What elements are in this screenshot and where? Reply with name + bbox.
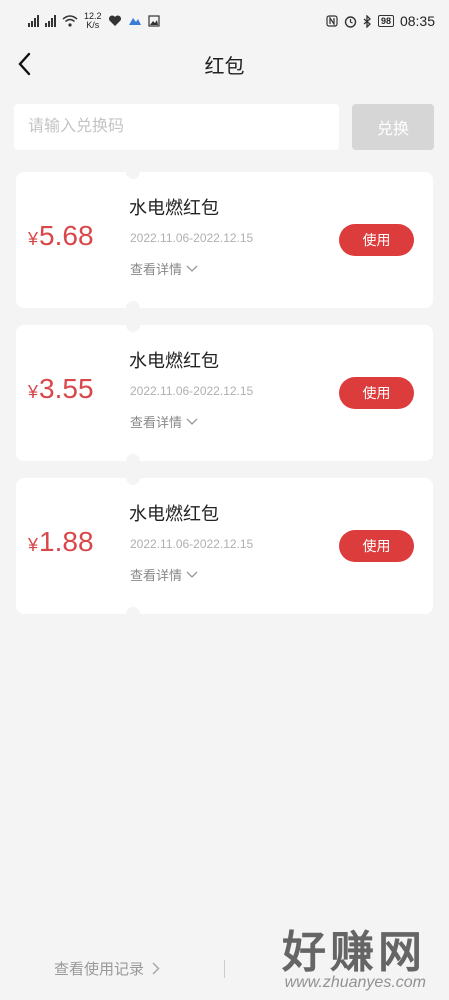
- status-right: 98 08:35: [326, 13, 435, 29]
- redeem-button[interactable]: 兑换: [352, 104, 434, 150]
- currency-symbol: ¥: [28, 229, 39, 249]
- view-details-label: 查看详情: [130, 415, 183, 430]
- coupon-list: ¥5.68 水电燃红包 2022.11.06-2022.12.15 查看详情 使…: [16, 165, 433, 631]
- amount-value: 5.68: [39, 220, 94, 251]
- wifi-icon: [62, 15, 78, 27]
- gallery-icon: [147, 15, 160, 27]
- coupon-validity: 2022.11.06-2022.12.15: [130, 537, 254, 551]
- battery-level: 98: [377, 15, 394, 27]
- use-button[interactable]: 使用: [339, 377, 414, 409]
- currency-symbol: ¥: [28, 382, 39, 402]
- status-time: 08:35: [399, 13, 435, 29]
- amount-value: 1.88: [39, 526, 94, 557]
- use-button[interactable]: 使用: [339, 224, 414, 256]
- chevron-down-icon: [186, 418, 198, 425]
- watermark: 好赚网 www.zhuanyes.com: [240, 916, 444, 1000]
- coupon-notch: [126, 301, 140, 315]
- watermark-text: 好赚网: [282, 928, 426, 977]
- redeem-code-input[interactable]: [14, 104, 339, 150]
- nav-bar: 红包: [0, 42, 449, 86]
- status-left: 12.2 K/s: [28, 12, 160, 30]
- coupon-name: 水电燃红包: [129, 198, 219, 218]
- nfc-icon: [326, 15, 338, 27]
- bluetooth-icon: [363, 14, 371, 28]
- chevron-right-icon: [152, 962, 160, 975]
- coupon-name: 水电燃红包: [129, 504, 219, 524]
- heart-icon: [108, 15, 121, 26]
- back-arrow-icon[interactable]: [12, 50, 40, 78]
- coupon-card: ¥3.55 水电燃红包 2022.11.06-2022.12.15 查看详情 使…: [16, 318, 433, 468]
- coupon-name: 水电燃红包: [129, 351, 219, 371]
- footer-divider: [224, 960, 225, 978]
- coupon-amount: ¥3.55: [28, 373, 128, 405]
- view-details-label: 查看详情: [130, 568, 183, 583]
- coupon-notch: [126, 318, 140, 332]
- currency-symbol: ¥: [28, 535, 39, 555]
- status-bar: 12.2 K/s 98 08:35: [0, 0, 449, 42]
- app-icon: [128, 18, 141, 25]
- amount-value: 3.55: [39, 373, 94, 404]
- signal-icon: [45, 15, 56, 27]
- signal-icon: [28, 15, 39, 27]
- use-button[interactable]: 使用: [339, 530, 414, 562]
- coupon-notch: [126, 471, 140, 485]
- watermark-url: www.zhuanyes.com: [284, 974, 426, 991]
- chevron-down-icon: [186, 265, 198, 272]
- coupon-amount: ¥1.88: [28, 526, 128, 558]
- redeem-row: 兑换: [14, 104, 434, 150]
- view-details-toggle[interactable]: 查看详情: [130, 259, 198, 278]
- chevron-down-icon: [186, 571, 198, 578]
- alarm-icon: [344, 15, 357, 28]
- coupon-validity: 2022.11.06-2022.12.15: [130, 384, 254, 398]
- page-title: 红包: [204, 55, 245, 78]
- view-details-label: 查看详情: [130, 262, 183, 277]
- view-details-toggle[interactable]: 查看详情: [130, 565, 198, 584]
- net-speed-unit: K/s: [86, 20, 100, 30]
- coupon-notch: [126, 607, 140, 621]
- coupon-amount: ¥5.68: [28, 220, 128, 252]
- usage-record-label: 查看使用记录: [54, 961, 145, 978]
- net-speed: 12.2 K/s: [84, 12, 102, 30]
- view-details-toggle[interactable]: 查看详情: [130, 412, 198, 431]
- coupon-notch: [126, 454, 140, 468]
- coupon-card: ¥5.68 水电燃红包 2022.11.06-2022.12.15 查看详情 使…: [16, 165, 433, 315]
- coupon-validity: 2022.11.06-2022.12.15: [130, 231, 254, 245]
- coupon-notch: [126, 165, 140, 179]
- usage-record-link[interactable]: 查看使用记录: [54, 958, 160, 979]
- coupon-card: ¥1.88 水电燃红包 2022.11.06-2022.12.15 查看详情 使…: [16, 471, 433, 621]
